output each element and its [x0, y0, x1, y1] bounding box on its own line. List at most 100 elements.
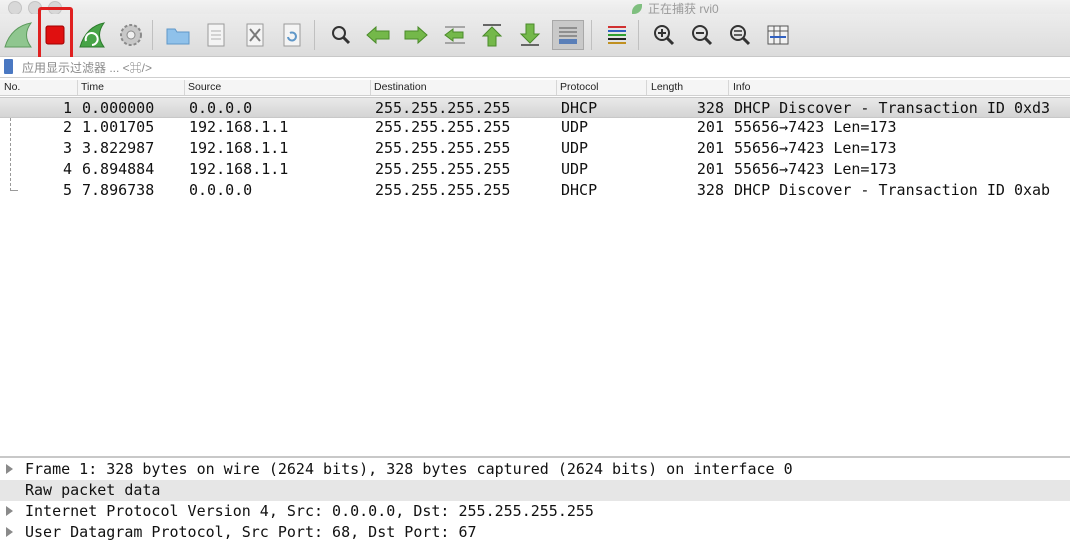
zoom-out-button[interactable] [686, 20, 718, 50]
detail-tree-item[interactable]: Raw packet data [0, 480, 1070, 501]
packet-protocol: DHCP [561, 99, 598, 117]
arrow-down-icon [519, 23, 541, 46]
packet-destination: 255.255.255.255 [375, 99, 511, 117]
arrow-left-icon [366, 25, 390, 45]
stop-button-highlight [38, 7, 73, 64]
column-divider[interactable] [556, 80, 557, 95]
detail-item-label: Frame 1: 328 bytes on wire (2624 bits), … [25, 460, 793, 478]
main-toolbar [0, 14, 1070, 57]
packet-length: 328 [696, 181, 724, 199]
capture-options-button[interactable] [115, 20, 147, 50]
reload-file-button[interactable] [276, 20, 308, 50]
go-back-button[interactable] [362, 20, 394, 50]
packet-info: 55656→7423 Len=173 [734, 160, 897, 178]
autoscroll-button[interactable] [552, 20, 584, 50]
go-to-packet-button[interactable] [438, 20, 470, 50]
display-filter-input[interactable]: 应用显示过滤器 ... <⌘/> [22, 59, 152, 76]
column-divider[interactable] [184, 80, 185, 95]
packet-row[interactable]: 1 0.000000 0.0.0.0 255.255.255.255 DHCP … [0, 97, 1070, 118]
colorize-button[interactable] [601, 20, 633, 50]
packet-source: 192.168.1.1 [189, 160, 289, 178]
column-header-no[interactable]: No. [4, 81, 20, 93]
packet-list-header: No. Time Source Destination Protocol Len… [0, 80, 1070, 96]
detail-item-label: Raw packet data [25, 481, 161, 499]
packet-row[interactable]: 2 1.001705 192.168.1.1 255.255.255.255 U… [0, 117, 1070, 138]
packet-time: 0.000000 [82, 99, 155, 117]
packet-destination: 255.255.255.255 [375, 118, 511, 136]
packet-length: 201 [696, 118, 724, 136]
packet-destination: 255.255.255.255 [375, 160, 511, 178]
packet-source: 0.0.0.0 [189, 181, 253, 199]
packet-source: 192.168.1.1 [189, 139, 289, 157]
packet-length: 201 [696, 160, 724, 178]
first-packet-button[interactable] [476, 20, 508, 50]
pane-splitter[interactable] [0, 456, 1070, 458]
resize-columns-button[interactable] [762, 20, 794, 50]
packet-row[interactable]: 4 6.894884 192.168.1.1 255.255.255.255 U… [0, 159, 1070, 180]
bookmark-icon[interactable] [4, 59, 13, 74]
display-filter-bar: 应用显示过滤器 ... <⌘/> [0, 57, 1070, 78]
column-header-source[interactable]: Source [188, 81, 221, 93]
packet-destination: 255.255.255.255 [375, 139, 511, 157]
toolbar-separator [314, 20, 315, 50]
normal-size-button[interactable] [724, 20, 756, 50]
go-forward-button[interactable] [400, 20, 432, 50]
toolbar-separator [638, 20, 639, 50]
folder-icon [166, 28, 190, 45]
packet-info: DHCP Discover - Transaction ID 0xd3 [734, 99, 1051, 117]
packet-no: 5 [62, 181, 72, 199]
close-file-icon [246, 23, 264, 47]
column-header-info[interactable]: Info [733, 81, 751, 93]
magnifier-icon [332, 26, 351, 45]
column-header-destination[interactable]: Destination [374, 81, 427, 93]
reload-icon [283, 23, 301, 47]
packet-source: 0.0.0.0 [189, 99, 253, 117]
packet-info: 55656→7423 Len=173 [734, 139, 897, 157]
disclosure-triangle-icon[interactable] [6, 506, 13, 516]
detail-tree-item[interactable]: Internet Protocol Version 4, Src: 0.0.0.… [0, 501, 1070, 522]
start-capture-button[interactable] [2, 20, 34, 50]
column-divider[interactable] [728, 80, 729, 95]
packet-no: 4 [62, 160, 72, 178]
packet-time: 6.894884 [82, 160, 155, 178]
save-file-button[interactable] [200, 20, 232, 50]
disclosure-triangle-icon[interactable] [6, 464, 13, 474]
packet-no: 3 [62, 139, 72, 157]
zoom-reset-icon [730, 25, 751, 46]
packet-protocol: DHCP [561, 181, 598, 199]
column-header-time[interactable]: Time [81, 81, 104, 93]
column-header-protocol[interactable]: Protocol [560, 81, 599, 93]
packet-protocol: UDP [561, 160, 589, 178]
disclosure-triangle-icon[interactable] [6, 527, 13, 537]
detail-tree-item[interactable]: Frame 1: 328 bytes on wire (2624 bits), … [0, 459, 1070, 480]
detail-item-label: User Datagram Protocol, Src Port: 68, Ds… [25, 523, 477, 541]
packet-protocol: UDP [561, 139, 589, 157]
column-divider[interactable] [370, 80, 371, 95]
packet-destination: 255.255.255.255 [375, 181, 511, 199]
column-header-length[interactable]: Length [651, 81, 683, 93]
open-file-button[interactable] [162, 20, 194, 50]
column-divider[interactable] [77, 80, 78, 95]
packet-row[interactable]: 5 7.896738 0.0.0.0 255.255.255.255 DHCP … [0, 180, 1070, 201]
arrow-right-icon [404, 25, 428, 45]
close-file-button[interactable] [239, 20, 271, 50]
goto-packet-icon [444, 26, 465, 44]
packet-time: 3.822987 [82, 139, 155, 157]
packet-no: 2 [62, 118, 72, 136]
find-packet-button[interactable] [325, 20, 357, 50]
packet-time: 7.896738 [82, 181, 155, 199]
packet-row[interactable]: 3 3.822987 192.168.1.1 255.255.255.255 U… [0, 138, 1070, 159]
close-window-button[interactable] [8, 1, 22, 15]
gear-icon [120, 24, 142, 46]
zoom-in-button[interactable] [648, 20, 680, 50]
packet-protocol: UDP [561, 118, 589, 136]
shark-fin-icon [4, 22, 33, 48]
colorize-lines-icon [608, 26, 626, 44]
detail-tree-item[interactable]: User Datagram Protocol, Src Port: 68, Ds… [0, 522, 1070, 543]
packet-info: 55656→7423 Len=173 [734, 118, 897, 136]
autoscroll-icon [559, 27, 577, 44]
resize-columns-icon [767, 25, 789, 45]
restart-capture-button[interactable] [76, 20, 108, 50]
column-divider[interactable] [646, 80, 647, 95]
last-packet-button[interactable] [514, 20, 546, 50]
